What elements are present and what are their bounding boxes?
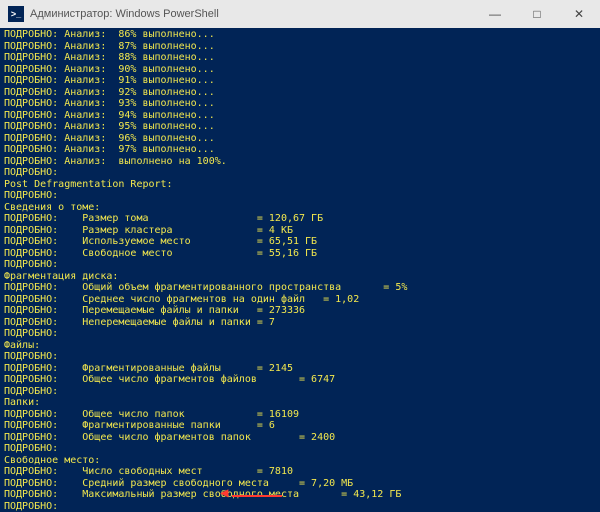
row-frag-folder-count: Общее число фрагментов папок = 2400: [58, 432, 335, 443]
row-free-avg: Средний размер свободного места = 7,20 М…: [58, 478, 353, 489]
verbose-prefix: ПОДРОБНО:: [4, 225, 58, 236]
analysis-progress-line: ПОДРОБНО: Анализ: 94% выполнено...: [4, 110, 596, 122]
verbose-prefix: ПОДРОБНО:: [4, 420, 58, 431]
titlebar[interactable]: >_ Администратор: Windows PowerShell — □…: [0, 0, 600, 28]
verbose-prefix: ПОДРОБНО:: [4, 294, 58, 305]
verbose-prefix: ПОДРОБНО:: [4, 259, 58, 270]
section-disk-fragmentation: Фрагментация диска:: [4, 271, 596, 283]
verbose-prefix: ПОДРОБНО:: [4, 305, 58, 316]
verbose-prefix: ПОДРОБНО:: [4, 443, 58, 454]
verbose-prefix: ПОДРОБНО:: [4, 282, 58, 293]
analysis-progress-line: ПОДРОБНО: Анализ: 97% выполнено...: [4, 144, 596, 156]
row-free-count: Число свободных мест = 7810: [58, 466, 293, 477]
verbose-prefix: ПОДРОБНО:: [4, 478, 58, 489]
row-frag-files: Фрагментированные файлы = 2145: [58, 363, 293, 374]
analysis-complete-line: ПОДРОБНО: Анализ: выполнено на 100%.: [4, 156, 596, 168]
verbose-prefix: ПОДРОБНО:: [4, 248, 58, 259]
row-frag-file-count: Общее число фрагментов файлов = 6747: [58, 374, 335, 385]
verbose-prefix: ПОДРОБНО:: [4, 466, 58, 477]
annotation-arrow-icon: ◀: [220, 488, 228, 500]
analysis-progress-line: ПОДРОБНО: Анализ: 87% выполнено...: [4, 41, 596, 53]
verbose-prefix: ПОДРОБНО:: [4, 501, 58, 512]
verbose-prefix: ПОДРОБНО:: [4, 328, 58, 339]
analysis-progress-line: ПОДРОБНО: Анализ: 96% выполнено...: [4, 133, 596, 145]
verbose-prefix: ПОДРОБНО:: [4, 167, 58, 178]
verbose-prefix: ПОДРОБНО:: [4, 213, 58, 224]
section-post-report: Post Defragmentation Report:: [4, 179, 596, 191]
section-free-space: Свободное место:: [4, 455, 596, 467]
analysis-progress-line: ПОДРОБНО: Анализ: 86% выполнено...: [4, 29, 596, 41]
analysis-progress-line: ПОДРОБНО: Анализ: 91% выполнено...: [4, 75, 596, 87]
verbose-prefix: ПОДРОБНО:: [4, 351, 58, 362]
verbose-prefix: ПОДРОБНО:: [4, 236, 58, 247]
row-frag-avg: Среднее число фрагментов на один файл = …: [58, 294, 359, 305]
powershell-window: >_ Администратор: Windows PowerShell — □…: [0, 0, 600, 512]
row-free-max: Максимальный размер свободного места = 4…: [58, 489, 401, 500]
analysis-progress-line: ПОДРОБНО: Анализ: 93% выполнено...: [4, 98, 596, 110]
row-frag-total: Общий объем фрагментированного пространс…: [58, 282, 407, 293]
minimize-button[interactable]: —: [474, 0, 516, 28]
close-button[interactable]: ✕: [558, 0, 600, 28]
section-folders: Папки:: [4, 397, 596, 409]
maximize-button[interactable]: □: [516, 0, 558, 28]
verbose-prefix: ПОДРОБНО:: [4, 317, 58, 328]
analysis-progress-line: ПОДРОБНО: Анализ: 95% выполнено...: [4, 121, 596, 133]
verbose-prefix: ПОДРОБНО:: [4, 190, 58, 201]
row-unmovable: Неперемещаемые файлы и папки = 7: [58, 317, 275, 328]
analysis-progress-line: ПОДРОБНО: Анализ: 88% выполнено...: [4, 52, 596, 64]
verbose-prefix: ПОДРОБНО:: [4, 489, 58, 500]
row-movable: Перемещаемые файлы и папки = 273336: [58, 305, 305, 316]
row-volume-size: Размер тома = 120,67 ГБ: [58, 213, 323, 224]
window-title: Администратор: Windows PowerShell: [30, 8, 474, 20]
verbose-prefix: ПОДРОБНО:: [4, 386, 58, 397]
row-folder-count: Общее число папок = 16109: [58, 409, 299, 420]
section-files: Файлы:: [4, 340, 596, 352]
row-cluster-size: Размер кластера = 4 КБ: [58, 225, 293, 236]
row-used-space: Используемое место = 65,51 ГБ: [58, 236, 317, 247]
verbose-prefix: ПОДРОБНО:: [4, 409, 58, 420]
verbose-prefix: ПОДРОБНО:: [4, 432, 58, 443]
verbose-prefix: ПОДРОБНО:: [4, 363, 58, 374]
analysis-progress-line: ПОДРОБНО: Анализ: 90% выполнено...: [4, 64, 596, 76]
verbose-prefix: ПОДРОБНО:: [4, 374, 58, 385]
section-volume-info: Сведения о томе:: [4, 202, 596, 214]
analysis-progress-line: ПОДРОБНО: Анализ: 92% выполнено...: [4, 87, 596, 99]
powershell-icon: >_: [8, 6, 24, 22]
window-buttons: — □ ✕: [474, 0, 600, 28]
row-frag-folders: Фрагментированные папки = 6: [58, 420, 275, 431]
row-free-space: Свободное место = 55,16 ГБ: [58, 248, 317, 259]
terminal-output[interactable]: ПОДРОБНО: Анализ: 86% выполнено...ПОДРОБ…: [0, 28, 600, 512]
